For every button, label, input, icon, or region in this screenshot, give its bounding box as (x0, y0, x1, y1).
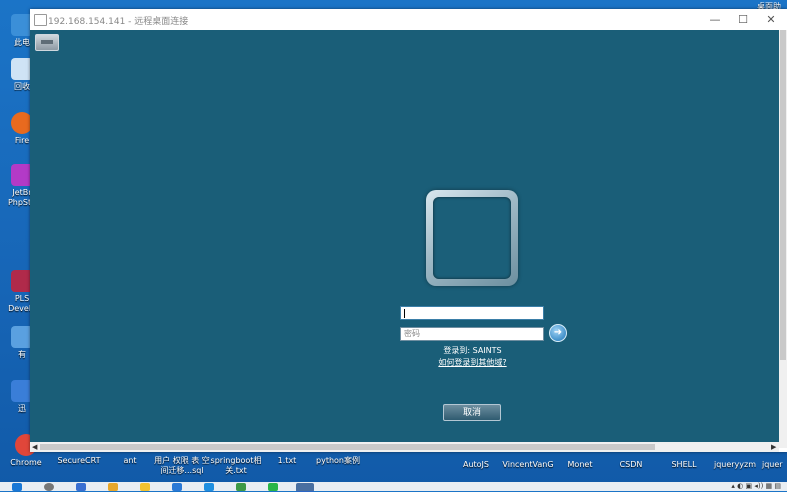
desktop-icon-label[interactable]: jquer (762, 460, 787, 470)
vscode-icon[interactable] (204, 483, 214, 491)
scroll-left-icon[interactable]: ◀ (32, 443, 37, 451)
taskbar-app-icon[interactable] (172, 483, 182, 491)
password-input[interactable]: 密码 (400, 327, 544, 341)
scrollbar-thumb[interactable] (40, 444, 655, 450)
window-title: 192.168.154.141 - 远程桌面连接 (48, 17, 189, 27)
desktop-icon-label: 迅 (18, 404, 26, 413)
file-explorer-icon[interactable] (140, 483, 150, 491)
desktop-icon-label[interactable]: CSDN (614, 460, 648, 470)
logon-domain-text: 登录到: SAINTS (443, 346, 502, 355)
desktop-icon-label[interactable]: ant (118, 456, 142, 466)
taskbar-app-icon[interactable] (108, 483, 118, 491)
user-avatar (433, 197, 511, 279)
desktop-icon-label[interactable]: AutoJS (456, 460, 496, 470)
taskbar-app-icon[interactable] (76, 483, 86, 491)
window-titlebar[interactable]: 192.168.154.141 - 远程桌面连接 — ☐ ✕ (30, 9, 787, 30)
desktop-icon-label: 回收 (14, 82, 30, 91)
desktop-icon-label[interactable]: SHELL (666, 460, 702, 470)
desktop-icon-label: Fire (14, 136, 30, 145)
text-caret (404, 309, 405, 318)
desktop-icon-label[interactable]: python案例 (312, 456, 364, 466)
user-avatar-frame (426, 190, 518, 286)
remote-desktop-window: 192.168.154.141 - 远程桌面连接 — ☐ ✕ 密码 ➜ 登录到:… (30, 9, 787, 452)
remote-desktop-icon (34, 14, 47, 26)
cancel-button[interactable]: 取消 (443, 404, 501, 421)
desktop-icon-label[interactable]: SecureCRT (54, 456, 104, 466)
taskbar: ▴ ◐ ▣ ◂)) ▦ ▤ (0, 482, 787, 492)
taskbar-app-icon[interactable] (236, 483, 246, 491)
remote-session-area: 密码 ➜ 登录到: SAINTS 如何登录到其他域? 取消 (30, 30, 779, 448)
desktop-icon-label: Chrome (10, 458, 42, 467)
submit-arrow-button[interactable]: ➜ (549, 324, 567, 342)
desktop-icon-label[interactable]: 1.txt (275, 456, 299, 466)
keyboard-icon[interactable] (35, 34, 59, 51)
desktop-icon-label[interactable]: springboot相 关.txt (208, 456, 264, 476)
horizontal-scrollbar[interactable]: ◀ ▶ (30, 442, 779, 452)
maximize-button[interactable]: ☐ (729, 11, 757, 28)
close-button[interactable]: ✕ (757, 11, 785, 28)
desktop-icon-label[interactable]: jqueryyzm (712, 460, 758, 470)
start-icon[interactable] (12, 483, 22, 491)
scrollbar-thumb[interactable] (780, 30, 786, 360)
username-input[interactable] (400, 306, 544, 320)
system-tray[interactable]: ▴ ◐ ▣ ◂)) ▦ ▤ (731, 482, 781, 491)
other-domain-link[interactable]: 如何登录到其他域? (30, 357, 779, 368)
desktop-icon-label[interactable]: VincentVanG (500, 460, 556, 470)
vertical-scrollbar[interactable] (779, 30, 787, 448)
search-icon[interactable] (44, 483, 54, 491)
desktop-icon-label[interactable]: Monet (562, 460, 598, 470)
wechat-icon[interactable] (268, 483, 278, 491)
desktop-icon-label[interactable]: 用户 权限 表 空间迁移...sql (154, 456, 210, 476)
desktop-icon-label: 有 (18, 350, 26, 359)
desktop-icon-label: 此电 (14, 38, 30, 47)
minimize-button[interactable]: — (701, 11, 729, 28)
scroll-right-icon[interactable]: ▶ (771, 443, 776, 451)
